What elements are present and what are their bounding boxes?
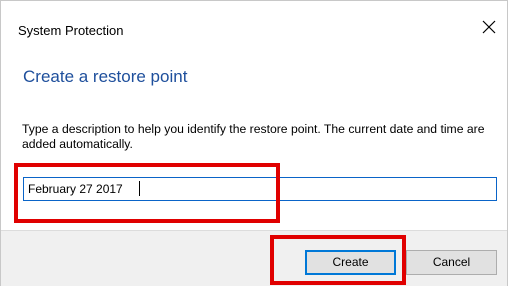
close-icon [482,20,496,34]
text-caret [139,181,140,196]
window-title: System Protection [18,23,124,38]
title-bar: System Protection [1,1,507,45]
system-protection-dialog: System Protection Create a restore point… [0,0,508,286]
description-input-container[interactable] [23,177,497,201]
description-text: Type a description to help you identify … [22,122,485,151]
close-button[interactable] [477,15,501,39]
page-heading: Create a restore point [23,67,188,86]
description-input[interactable] [28,181,488,197]
cancel-button[interactable]: Cancel [406,250,497,275]
create-button[interactable]: Create [305,250,396,275]
